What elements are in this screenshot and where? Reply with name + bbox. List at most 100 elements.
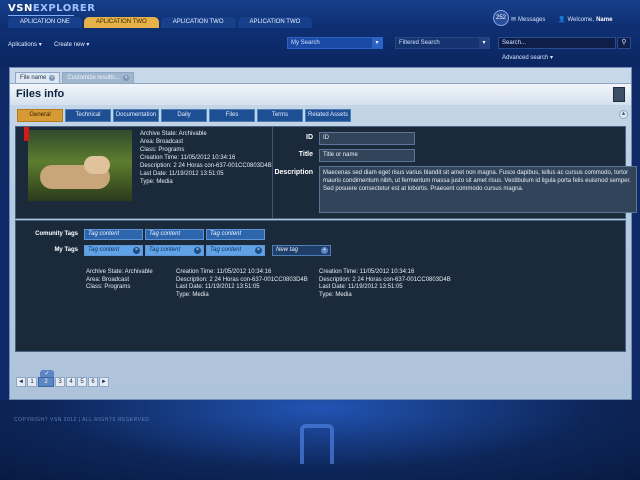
tag-text: Tag content <box>88 247 120 253</box>
chevron-down-icon: ▾ <box>38 42 42 48</box>
id-field[interactable]: ID <box>319 132 415 145</box>
document-icon[interactable] <box>613 87 625 102</box>
filtered-search-select[interactable]: Filtered Search ▾ <box>395 37 490 49</box>
metadata-column: Creation Time: 11/05/2012 10:34:16 Descr… <box>176 269 308 299</box>
my-tag[interactable]: Tag content × <box>206 245 265 256</box>
plus-icon[interactable]: + <box>321 247 328 254</box>
notification-count-badge[interactable]: 252 <box>493 10 509 26</box>
community-tag[interactable]: Tag content <box>84 229 143 240</box>
tab-documentation[interactable]: Documentation <box>113 109 159 122</box>
meta-line: Area: Broadcast <box>86 276 130 283</box>
community-tags-label: Comunity Tags <box>35 231 78 237</box>
top-header: VSNEXPLORER APLICATION ONE APLICATION TW… <box>0 0 640 29</box>
meta-line: Class: Programs <box>86 284 131 290</box>
page-button[interactable]: 4 <box>66 377 76 387</box>
scroll-up-icon[interactable]: ▲ <box>619 110 628 119</box>
search-icon: ⚲ <box>621 39 627 46</box>
community-tag[interactable]: Tag content <box>206 229 265 240</box>
chevron-down-icon: ▾ <box>372 38 382 48</box>
my-search-select[interactable]: My Search ▾ <box>287 37 383 49</box>
aplications-menu[interactable]: Aplications ▾ <box>8 41 42 48</box>
id-label: ID <box>306 134 313 141</box>
meta-line: Last Date: 11/19/2012 13:51:05 <box>176 284 260 290</box>
meta-line: Class: Programs <box>140 147 185 153</box>
page-button[interactable]: 5 <box>77 377 87 387</box>
decorative-bracket <box>300 424 334 464</box>
tab-files[interactable]: Files <box>209 109 255 122</box>
welcome-label: Welcome, <box>567 16 595 23</box>
title-field[interactable]: Title or name <box>319 149 415 162</box>
search-button[interactable]: ⚲ <box>617 37 631 49</box>
page-button[interactable]: 3 <box>55 377 65 387</box>
meta-line: Creation Time: 11/05/2012 10:34:16 <box>140 155 236 161</box>
close-icon[interactable]: × <box>133 247 140 254</box>
page-button-current[interactable]: 2 <box>38 377 54 387</box>
title-bar: Files info <box>10 83 631 105</box>
meta-line: Archive State: Archivable <box>140 131 207 137</box>
meta-line: Creation Time: 11/05/2012 10:34:16 <box>176 269 272 275</box>
tab-file-name[interactable]: File name × <box>15 72 61 83</box>
tab-application-two[interactable]: APLICATION TWO <box>237 17 313 28</box>
next-page-button[interactable]: ► <box>99 377 109 387</box>
tab-application-two[interactable]: APLICATION TWO <box>160 17 236 28</box>
meta-line: Type: Media <box>176 291 209 298</box>
community-tag[interactable]: Tag content <box>145 229 204 240</box>
tab-technical[interactable]: Technical <box>65 109 111 122</box>
chevron-down-icon: ▾ <box>479 38 489 48</box>
tab-label: Customize results... <box>67 74 121 81</box>
tab-customize-results[interactable]: Customize results... × <box>62 72 135 83</box>
bookmark-icon[interactable] <box>24 127 29 141</box>
tag-text: Tag content <box>149 247 181 253</box>
toolbar: Aplications ▾ Create new ▾ My Search ▾ F… <box>0 29 640 67</box>
my-tag[interactable]: Tag content × <box>84 245 143 256</box>
media-metadata: Archive State: Archivable Area: Broadcas… <box>140 130 272 186</box>
my-tags-label: My Tags <box>54 247 78 253</box>
tab-terms[interactable]: Terms <box>257 109 303 122</box>
close-icon[interactable]: × <box>194 247 201 254</box>
page-button[interactable]: 1 <box>27 377 37 387</box>
tags-section: Comunity Tags Tag content Tag content Ta… <box>15 220 626 352</box>
application-tabs: APLICATION ONE APLICATION TWO APLICATION… <box>8 17 314 28</box>
main-panel: File name × Customize results... × Files… <box>9 67 637 400</box>
envelope-icon: ✉ <box>511 17 517 23</box>
messages-link[interactable]: ✉ Messages <box>511 16 546 24</box>
meta-line: Description: 2 24 Horas con-637-001CC080… <box>140 163 272 169</box>
tab-application-one[interactable]: APLICATION ONE <box>8 17 82 28</box>
advanced-search-link[interactable]: Advanced search ▾ <box>502 54 553 61</box>
info-sub-tabs: General Technical Documentation Daily Fi… <box>17 109 351 122</box>
messages-label: Messages <box>518 16 546 23</box>
info-section: Archive State: Archivable Area: Broadcas… <box>15 126 637 219</box>
search-input[interactable]: Search... <box>498 37 616 49</box>
tab-application-two-active[interactable]: APLICATION TWO <box>83 17 159 28</box>
new-tag-input[interactable]: New tag + <box>272 245 331 256</box>
close-icon[interactable]: × <box>49 75 56 81</box>
user-icon: 👤 <box>558 17 566 23</box>
prev-page-button[interactable]: ◄ <box>16 377 26 387</box>
close-icon[interactable]: × <box>255 247 262 254</box>
page-button[interactable]: 6 <box>88 377 98 387</box>
my-tag[interactable]: Tag content × <box>145 245 204 256</box>
user-name: Name <box>596 16 613 23</box>
media-thumbnail[interactable] <box>28 130 132 201</box>
user-menu[interactable]: 👤 Welcome, Name <box>558 16 613 24</box>
footer-copyright: COPYRIGHT VSN 2012 | ALL RIGHTS RESERVED <box>14 417 150 423</box>
app-logo[interactable]: VSNEXPLORER <box>8 3 95 14</box>
meta-line: Type: Media <box>319 291 352 298</box>
tag-text: Tag content <box>210 247 242 253</box>
meta-line: Description: 2 24 Horas con-637-001CC080… <box>176 276 308 283</box>
meta-line: Creation Time: 11/05/2012 10:34:16 <box>319 269 415 275</box>
close-icon[interactable]: × <box>123 75 130 81</box>
page-title: Files info <box>16 88 65 100</box>
meta-line: Archive State: Archivable <box>86 269 153 275</box>
meta-line: Description: 2 24 Horas con-637-001CC080… <box>319 276 451 283</box>
meta-line: Last Date: 11/19/2012 13:51:05 <box>319 284 403 290</box>
tab-label: File name <box>20 74 47 81</box>
tab-general[interactable]: General <box>17 109 63 122</box>
description-field[interactable]: Maecenas sed diam eget risus varius blan… <box>319 166 637 213</box>
metadata-column: Creation Time: 11/05/2012 10:34:16 Descr… <box>319 269 451 299</box>
tab-related-assets[interactable]: Related Assets <box>305 109 351 122</box>
chevron-down-icon: ▾ <box>86 42 90 48</box>
description-label: Description <box>274 169 313 176</box>
create-new-menu[interactable]: Create new ▾ <box>54 41 89 48</box>
tab-daily[interactable]: Daily <box>161 109 207 122</box>
